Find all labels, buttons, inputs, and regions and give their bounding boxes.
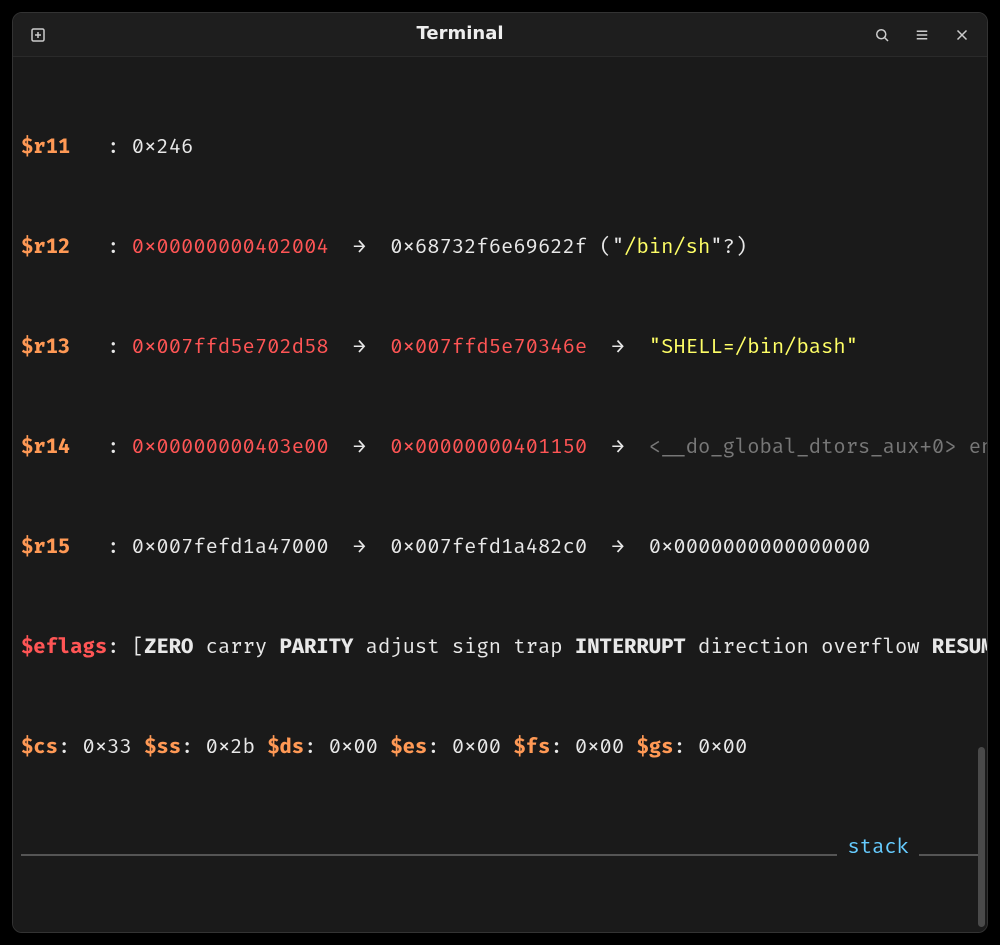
section-stack: stack xyxy=(21,836,979,861)
reg-r11: $r11 : 0x246 xyxy=(21,136,979,161)
reg-r14: $r14 : 0x00000000403e00 → 0x000000004011… xyxy=(21,436,979,461)
scrollbar-thumb[interactable] xyxy=(978,747,985,927)
titlebar: Terminal xyxy=(13,13,987,57)
menu-button[interactable] xyxy=(905,18,939,52)
search-icon xyxy=(873,26,891,44)
reg-eflags: $eflags: [ZERO carry PARITY adjust sign … xyxy=(21,636,979,661)
reg-r15: $r15 : 0x007fefd1a47000 → 0x007fefd1a482… xyxy=(21,536,979,561)
window-title: Terminal xyxy=(55,23,865,46)
plus-box-icon xyxy=(29,26,47,44)
reg-r12: $r12 : 0x00000000402004 → 0x68732f6e6962… xyxy=(21,236,979,261)
reg-segments: $cs: 0x33 $ss: 0x2b $ds: 0x00 $es: 0x00 … xyxy=(21,736,979,761)
reg-r13: $r13 : 0x007ffd5e702d58 → 0x007ffd5e7034… xyxy=(21,336,979,361)
terminal-body[interactable]: $r11 : 0x246 $r12 : 0x00000000402004 → 0… xyxy=(13,57,987,932)
terminal-window: Terminal $r11 : 0x246 $r12 : 0x000000004… xyxy=(12,12,988,933)
close-icon xyxy=(953,26,971,44)
new-tab-button[interactable] xyxy=(21,18,55,52)
close-button[interactable] xyxy=(945,18,979,52)
search-button[interactable] xyxy=(865,18,899,52)
hamburger-icon xyxy=(913,26,931,44)
